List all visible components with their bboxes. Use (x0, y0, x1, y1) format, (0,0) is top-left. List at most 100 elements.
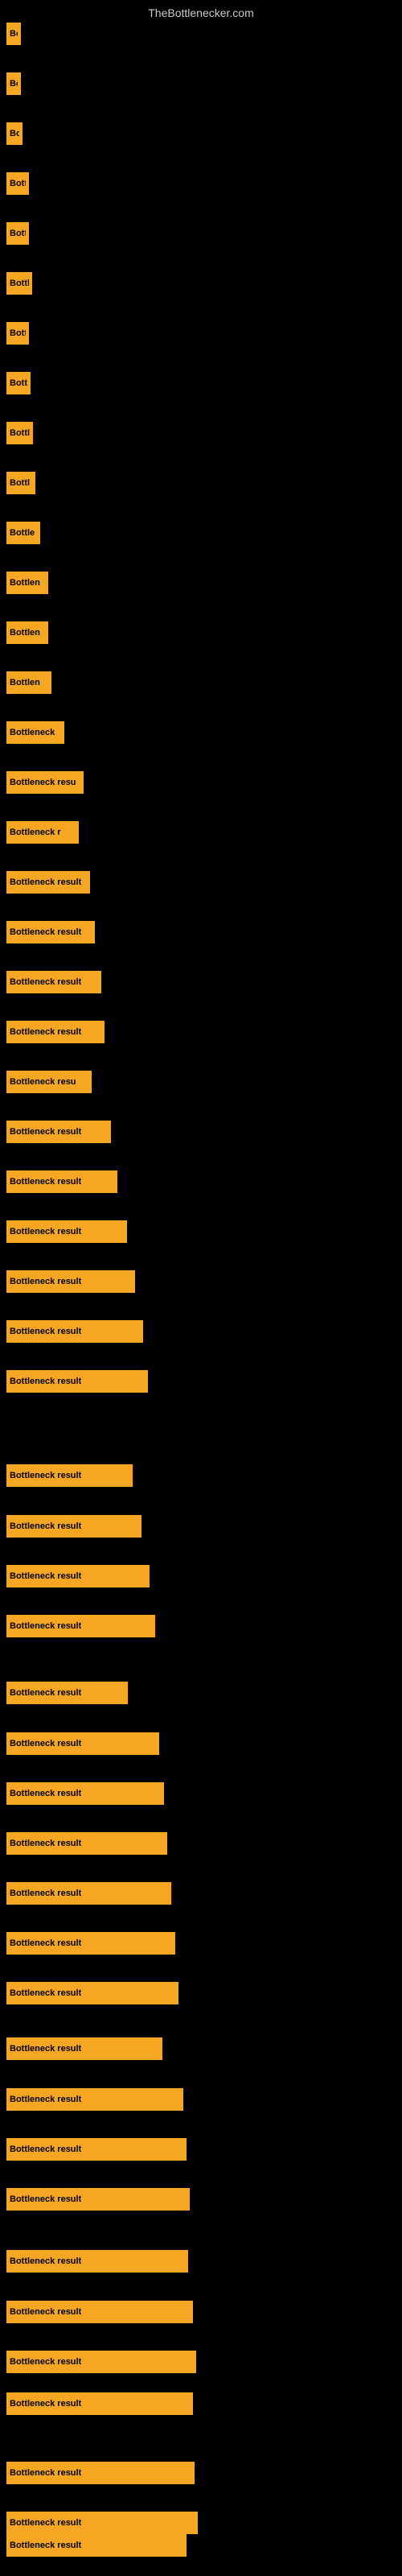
bar-item-27: Bottleneck result (6, 1320, 143, 1343)
bar-label-24: Bottleneck result (10, 1177, 81, 1187)
bar-item-35: Bottleneck result (6, 1782, 164, 1805)
bar-item-18: Bottleneck result (6, 871, 90, 894)
bar-label-20: Bottleneck result (10, 977, 81, 987)
bar-label-32: Bottleneck result (10, 1621, 81, 1631)
bar-label-45: Bottleneck result (10, 2307, 81, 2317)
bar-item-47: Bottleneck result (6, 2392, 193, 2415)
bar-label-41: Bottleneck result (10, 2095, 81, 2104)
bar-label-2: Bo (10, 79, 18, 89)
bar-item-20: Bottleneck result (6, 971, 101, 993)
bar-label-15: Bottleneck (10, 728, 55, 737)
bar-item-13: Bottlen (6, 621, 48, 644)
bar-item-23: Bottleneck result (6, 1121, 111, 1143)
bar-label-38: Bottleneck result (10, 1938, 81, 1948)
bar-label-25: Bottleneck result (10, 1227, 81, 1236)
bar-item-32: Bottleneck result (6, 1615, 155, 1637)
bar-item-33: Bottleneck result (6, 1682, 128, 1704)
bar-item-45: Bottleneck result (6, 2301, 193, 2323)
bar-item-17: Bottleneck r (6, 821, 79, 844)
bar-label-36: Bottleneck result (10, 1839, 81, 1848)
bar-label-1: Bo (10, 29, 18, 39)
bar-label-47: Bottleneck result (10, 2399, 81, 2409)
bar-item-39: Bottleneck result (6, 1982, 178, 2004)
bar-label-44: Bottleneck result (10, 2256, 81, 2266)
bar-item-21: Bottleneck result (6, 1021, 105, 1043)
bar-label-21: Bottleneck result (10, 1027, 81, 1037)
bar-label-22: Bottleneck resu (10, 1077, 76, 1087)
bar-item-29: Bottleneck result (6, 1464, 133, 1487)
bar-label-49: Bottleneck result (10, 2518, 81, 2528)
bar-item-31: Bottleneck result (6, 1565, 150, 1587)
bar-item-34: Bottleneck result (6, 1732, 159, 1755)
bar-item-36: Bottleneck result (6, 1832, 167, 1855)
bar-item-41: Bottleneck result (6, 2088, 183, 2111)
bar-label-6: Bottl (10, 279, 29, 288)
bar-label-31: Bottleneck result (10, 1571, 81, 1581)
bar-item-49: Bottleneck result (6, 2512, 198, 2534)
bar-item-28: Bottleneck result (6, 1370, 148, 1393)
bar-item-1: Bo (6, 23, 21, 45)
bar-label-48: Bottleneck result (10, 2468, 81, 2478)
bar-item-25: Bottleneck result (6, 1220, 127, 1243)
bar-label-13: Bottlen (10, 628, 40, 638)
bar-item-9: Bottl (6, 422, 33, 444)
bar-label-28: Bottleneck result (10, 1377, 81, 1386)
bar-item-48: Bottleneck result (6, 2462, 195, 2484)
bar-item-43: Bottleneck result (6, 2188, 190, 2211)
bar-label-50: Bottleneck result (10, 2541, 81, 2550)
bar-label-17: Bottleneck r (10, 828, 61, 837)
bar-item-44: Bottleneck result (6, 2250, 188, 2273)
bar-label-5: Bott (10, 229, 26, 238)
bar-label-27: Bottleneck result (10, 1327, 81, 1336)
bar-label-37: Bottleneck result (10, 1889, 81, 1898)
bar-item-38: Bottleneck result (6, 1932, 175, 1955)
bar-label-46: Bottleneck result (10, 2357, 81, 2367)
bar-item-8: Bott (6, 372, 31, 394)
bar-item-16: Bottleneck resu (6, 771, 84, 794)
bar-item-5: Bott (6, 222, 29, 245)
bar-item-46: Bottleneck result (6, 2351, 196, 2373)
bar-label-26: Bottleneck result (10, 1277, 81, 1286)
bar-item-26: Bottleneck result (6, 1270, 135, 1293)
bar-label-18: Bottleneck result (10, 877, 81, 887)
bar-item-11: Bottle (6, 522, 40, 544)
bar-item-6: Bottl (6, 272, 32, 295)
bar-item-42: Bottleneck result (6, 2138, 187, 2161)
bar-label-11: Bottle (10, 528, 35, 538)
bar-item-24: Bottleneck result (6, 1170, 117, 1193)
bar-label-12: Bottlen (10, 578, 40, 588)
bar-item-50: Bottleneck result (6, 2534, 187, 2557)
bar-item-30: Bottleneck result (6, 1515, 142, 1538)
bar-item-19: Bottleneck result (6, 921, 95, 943)
bar-item-4: Bott (6, 172, 29, 195)
bar-label-8: Bott (10, 378, 27, 388)
bar-item-14: Bottlen (6, 671, 51, 694)
bar-item-40: Bottleneck result (6, 2037, 162, 2060)
bar-item-10: Bottl (6, 472, 35, 494)
bar-label-35: Bottleneck result (10, 1789, 81, 1798)
bar-label-4: Bott (10, 179, 26, 188)
bar-item-2: Bo (6, 72, 21, 95)
bar-label-16: Bottleneck resu (10, 778, 76, 787)
bar-label-34: Bottleneck result (10, 1739, 81, 1748)
bar-label-7: Bott (10, 328, 26, 338)
bar-label-19: Bottleneck result (10, 927, 81, 937)
bar-label-14: Bottlen (10, 678, 40, 687)
bar-label-29: Bottleneck result (10, 1471, 81, 1480)
bar-label-33: Bottleneck result (10, 1688, 81, 1698)
bar-item-22: Bottleneck resu (6, 1071, 92, 1093)
bar-item-37: Bottleneck result (6, 1882, 171, 1905)
site-title: TheBottlenecker.com (0, 0, 402, 23)
bar-label-3: Bo (10, 129, 19, 138)
bar-label-23: Bottleneck result (10, 1127, 81, 1137)
bar-label-9: Bottl (10, 428, 30, 438)
bar-label-10: Bottl (10, 478, 30, 488)
bar-label-39: Bottleneck result (10, 1988, 81, 1998)
bar-label-43: Bottleneck result (10, 2194, 81, 2204)
bar-item-3: Bo (6, 122, 23, 145)
bar-label-40: Bottleneck result (10, 2044, 81, 2054)
bar-label-42: Bottleneck result (10, 2145, 81, 2154)
bar-item-15: Bottleneck (6, 721, 64, 744)
bar-label-30: Bottleneck result (10, 1521, 81, 1531)
bar-item-12: Bottlen (6, 572, 48, 594)
